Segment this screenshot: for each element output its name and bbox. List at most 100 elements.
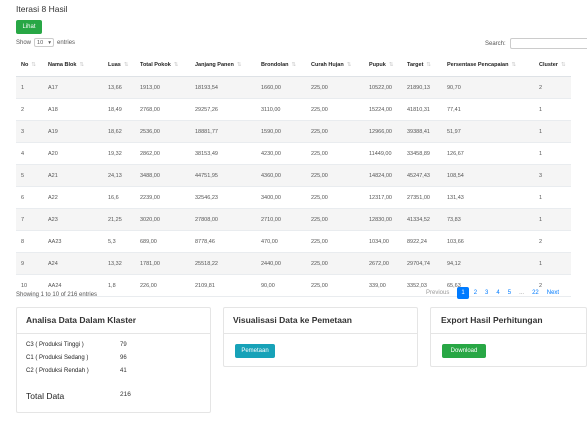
table-cell: 21,25: [103, 208, 135, 231]
page-link-3[interactable]: 3: [482, 288, 491, 298]
table-cell: 225,00: [306, 164, 364, 187]
table-cell: 51,97: [442, 120, 534, 143]
table-cell: 2768,00: [135, 98, 190, 121]
table-cell: 10522,00: [364, 76, 402, 99]
entries-select-value: 10: [37, 39, 44, 46]
table-cell: 12830,00: [364, 208, 402, 231]
table-cell: 4230,00: [256, 142, 306, 165]
entries-label: entries: [57, 39, 76, 46]
table-cell: 2: [534, 230, 571, 253]
pemetaan-button[interactable]: Pemetaan: [235, 344, 275, 358]
table-cell: 225,00: [306, 230, 364, 253]
table-cell: 13,66: [103, 76, 135, 99]
table-cell: 3020,00: [135, 208, 190, 231]
table-cell: 18,62: [103, 120, 135, 143]
column-header[interactable]: Nama Blok ⇅: [43, 54, 103, 77]
table-cell: 45247,43: [402, 164, 442, 187]
table-cell: 39388,41: [402, 120, 442, 143]
table-cell: 18881,77: [190, 120, 256, 143]
previous-button[interactable]: Previous: [423, 288, 452, 298]
table-cell: 1590,00: [256, 120, 306, 143]
column-header[interactable]: Pupuk ⇅: [364, 54, 402, 77]
table-cell: 226,00: [135, 274, 190, 297]
column-header[interactable]: Brondolan ⇅: [256, 54, 306, 77]
page-link-2[interactable]: 2: [471, 288, 480, 298]
download-button[interactable]: Download: [442, 344, 486, 358]
table-cell: 1: [534, 120, 571, 143]
table-cell: 29257,26: [190, 98, 256, 121]
sort-icon: ⇅: [560, 62, 566, 68]
column-header[interactable]: Janjang Panen ⇅: [190, 54, 256, 77]
table-cell: A17: [43, 76, 103, 99]
search-label: Search:: [485, 40, 506, 47]
table-cell: 4: [16, 142, 43, 165]
total-data-label: Total Data: [26, 391, 65, 401]
page-link-1[interactable]: 1: [457, 287, 469, 299]
table-cell: 225,00: [306, 120, 364, 143]
search-input[interactable]: [509, 38, 587, 49]
total-data-value: 216: [120, 391, 131, 398]
sort-icon: ⇅: [123, 62, 129, 68]
page-link-last[interactable]: 22: [529, 288, 542, 298]
table-cell: 25518,22: [190, 252, 256, 275]
table-cell: 13,32: [103, 252, 135, 275]
table-cell: 8778,46: [190, 230, 256, 253]
table-cell: 6: [16, 186, 43, 209]
table-cell: A24: [43, 252, 103, 275]
table-cell: 16,6: [103, 186, 135, 209]
table-cell: 1781,00: [135, 252, 190, 275]
table-row: 9 A24 13,32 1781,00 25518,22 2440,00 225,00 267…: [16, 252, 571, 275]
next-button[interactable]: Next: [544, 288, 562, 298]
table-cell: 90,70: [442, 76, 534, 99]
table-cell: A23: [43, 208, 103, 231]
visualisasi-card: Visualisasi Data ke Pemetaan Pemetaan: [223, 307, 418, 367]
table-cell: 18,49: [103, 98, 135, 121]
table-cell: 225,00: [306, 98, 364, 121]
table-cell: 1913,00: [135, 76, 190, 99]
table-cell: 2710,00: [256, 208, 306, 231]
table-row: 6 A22 16,6 2239,00 32546,23 3400,00 225,00 1231…: [16, 186, 571, 209]
table-cell: 21890,13: [402, 76, 442, 99]
table-cell: 3: [16, 120, 43, 143]
analisa-card: Analisa Data Dalam Klaster C3 ( Produksi…: [16, 307, 211, 413]
table-cell: 1660,00: [256, 76, 306, 99]
table-cell: 12966,00: [364, 120, 402, 143]
column-header[interactable]: No ⇅: [16, 54, 43, 77]
table-cell: 8922,24: [402, 230, 442, 253]
table-row: 2 A18 18,49 2768,00 29257,26 3110,00 225,00 152…: [16, 98, 571, 121]
column-header[interactable]: Luas ⇅: [103, 54, 135, 77]
table-row: 8 AA23 5,3 689,00 8778,46 470,00 225,00 1034,00…: [16, 230, 571, 253]
table-cell: A20: [43, 142, 103, 165]
table-cell: 225,00: [306, 142, 364, 165]
table-cell: 27351,00: [402, 186, 442, 209]
table-cell: 1,8: [103, 274, 135, 297]
table-cell: 225,00: [306, 186, 364, 209]
table-cell: 33458,89: [402, 142, 442, 165]
page-link-4[interactable]: 4: [493, 288, 502, 298]
table-cell: 19,32: [103, 142, 135, 165]
sort-icon: ⇅: [346, 62, 352, 68]
table-cell: 108,54: [442, 164, 534, 187]
table-cell: 225,00: [306, 208, 364, 231]
column-header[interactable]: Total Pokok ⇅: [135, 54, 190, 77]
cluster-stat-label: C2 ( Produksi Rendah ): [26, 368, 89, 374]
table-cell: 5,3: [103, 230, 135, 253]
table-cell: 24,13: [103, 164, 135, 187]
pagination: Previous 1 2 3 4 5 ... 22 Next: [423, 287, 562, 299]
column-header[interactable]: Persentase Pencapaian ⇅: [442, 54, 534, 77]
column-header[interactable]: Target ⇅: [402, 54, 442, 77]
cluster-stat-label: C3 ( Produksi Tinggi ): [26, 342, 84, 348]
sort-icon: ⇅: [79, 62, 85, 68]
sort-icon: ⇅: [291, 62, 297, 68]
lihat-button[interactable]: Lihat: [16, 20, 42, 34]
sort-icon: ⇅: [426, 62, 432, 68]
column-header[interactable]: Curah Hujan ⇅: [306, 54, 364, 77]
visualisasi-card-title: Visualisasi Data ke Pemetaan: [224, 308, 417, 334]
table-cell: 126,67: [442, 142, 534, 165]
export-card: Export Hasil Perhitungan Download: [430, 307, 587, 367]
entries-select[interactable]: 10 ▾: [34, 38, 55, 47]
column-header[interactable]: Cluster ⇅: [534, 54, 571, 77]
table-cell: 339,00: [364, 274, 402, 297]
page-link-5[interactable]: 5: [505, 288, 514, 298]
table-cell: 32546,23: [190, 186, 256, 209]
